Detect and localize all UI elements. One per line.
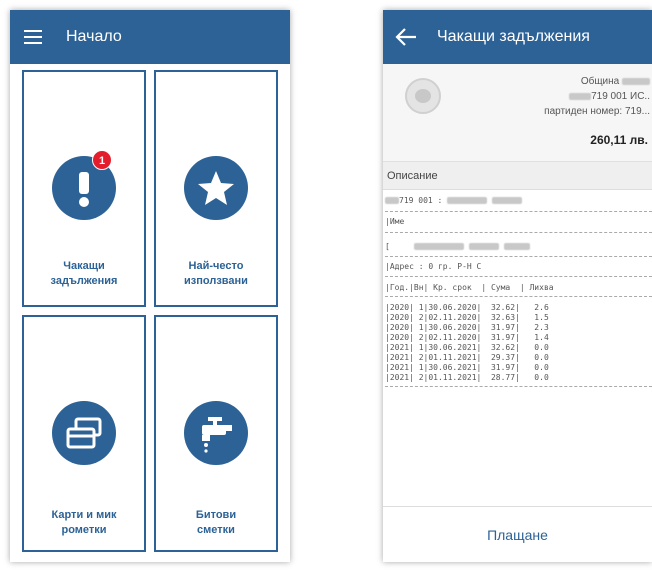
tile-label: Чакащи задължения (50, 260, 118, 287)
account-info: Община 719 001 ИС.. партиден номер: 719.… (544, 74, 650, 119)
tile-label: Карти и мик рометки (51, 509, 117, 536)
tile-cards-and-meters[interactable]: Карти и мик рометки (22, 315, 146, 552)
table-row: |2021| 1|30.06.2021| 31.97| 0.0 (385, 363, 549, 372)
receipt-columns: |Год.|Вн| Кр. срок | Сума | Лихва (385, 283, 554, 292)
divider (385, 232, 652, 233)
municipality-logo (405, 78, 441, 114)
divider (385, 276, 652, 277)
divider (385, 256, 652, 257)
home-screen: Начало 1 Чакащи задължения Най-често изп… (10, 10, 290, 562)
pending-app-bar: Чакащи задължения (383, 10, 652, 64)
tile-pending-obligations[interactable]: 1 Чакащи задължения (22, 70, 146, 307)
notification-badge: 1 (92, 150, 112, 170)
home-title: Начало (66, 28, 122, 45)
home-app-bar: Начало (10, 10, 290, 64)
table-row: |2021| 2|01.11.2021| 29.37| 0.0 (385, 353, 549, 362)
table-row: |2021| 2|01.11.2021| 28.77| 0.0 (385, 373, 549, 382)
divider (385, 296, 652, 297)
total-amount: 260,11 лв. (590, 133, 648, 147)
tile-utility-bills[interactable]: Битови сметки (154, 315, 278, 552)
table-row: |2021| 1|30.06.2021| 32.62| 0.0 (385, 343, 549, 352)
cards-icon (52, 401, 116, 465)
pending-title: Чакащи задължения (437, 28, 590, 45)
table-row: |2020| 2|02.11.2020| 32.63| 1.5 (385, 313, 549, 322)
table-row: |2020| 1|30.06.2020| 32.62| 2.6 (385, 303, 549, 312)
receipt-code-line: 719 001 : (385, 196, 523, 205)
pending-obligations-screen: Чакащи задължения Община 719 001 ИС.. па… (383, 10, 652, 562)
receipt-name-value: [ (385, 242, 530, 251)
receipt-address: |Адрес : 0 гр. Р-Н С (385, 262, 482, 271)
municipality-label: Община (580, 76, 620, 87)
tile-most-used[interactable]: Най-често използвани (154, 70, 278, 307)
menu-icon[interactable] (24, 30, 42, 44)
home-tile-grid: 1 Чакащи задължения Най-често използвани (22, 70, 278, 556)
receipt-name-label: |Име (385, 217, 405, 226)
alert-icon: 1 (52, 150, 116, 220)
account-summary: Община 719 001 ИС.. партиден номер: 719.… (383, 64, 652, 162)
description-header: Описание (383, 162, 652, 190)
divider (385, 386, 652, 387)
tile-label: Най-често използвани (184, 260, 248, 287)
back-arrow-icon[interactable] (395, 28, 417, 46)
batch-number: партиден номер: 719... (544, 106, 650, 117)
table-row: |2020| 2|02.11.2020| 31.97| 1.4 (385, 333, 549, 342)
table-row: |2020| 1|30.06.2020| 31.97| 2.3 (385, 323, 549, 332)
account-code: 719 001 ИС.. (591, 91, 650, 102)
faucet-icon (184, 401, 248, 465)
pay-button[interactable]: Плащане (383, 506, 652, 562)
divider (385, 211, 652, 212)
star-icon (184, 156, 248, 220)
pay-label: Плащане (487, 526, 548, 543)
tile-label: Битови сметки (195, 509, 237, 536)
receipt-text: 719 001 : |Име [ |Адрес : 0 гр. Р-Н С |Г… (383, 190, 652, 520)
